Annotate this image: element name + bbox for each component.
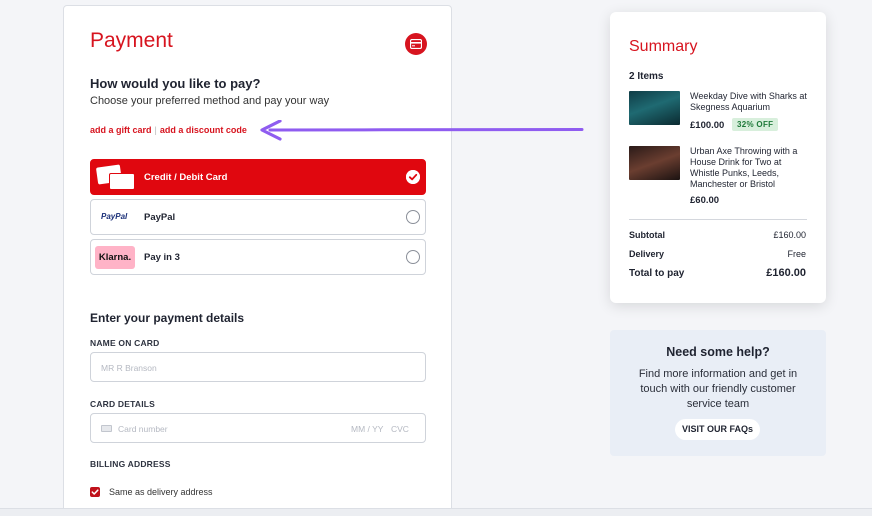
- help-title: Need some help?: [666, 345, 770, 359]
- payment-option-card[interactable]: Credit / Debit Card: [90, 159, 426, 195]
- payment-option-card-label: Credit / Debit Card: [144, 172, 228, 183]
- name-placeholder: MR R Branson: [101, 363, 157, 373]
- annotation-arrow-icon: [260, 120, 584, 141]
- item-price: £60.00: [690, 195, 720, 206]
- payment-question: How would you like to pay?: [90, 76, 261, 91]
- add-discount-code-link[interactable]: add a discount code: [160, 125, 247, 135]
- cards-icon: [95, 164, 137, 190]
- total-value: £160.00: [766, 267, 806, 279]
- same-address-label: Same as delivery address: [109, 487, 213, 497]
- help-card: Need some help? Find more information an…: [610, 330, 826, 456]
- help-text: Find more information and get in touch w…: [638, 368, 798, 410]
- card-number-icon: [101, 425, 112, 432]
- item-name[interactable]: Urban Axe Throwing with a House Drink fo…: [690, 146, 812, 190]
- subtotal-label: Subtotal: [629, 230, 665, 240]
- check-circle-icon[interactable]: [406, 170, 420, 184]
- payment-subtitle: Choose your preferred method and pay you…: [90, 95, 330, 107]
- expiry-placeholder: MM / YY: [351, 424, 384, 434]
- total-label: Total to pay: [629, 268, 685, 279]
- payment-option-klarna[interactable]: Klarna. Pay in 3: [90, 239, 426, 275]
- summary-card: Summary 2 Items Weekday Dive with Sharks…: [610, 12, 826, 303]
- item-thumbnail-shark-dive[interactable]: [629, 91, 680, 125]
- summary-title: Summary: [629, 38, 698, 55]
- details-heading: Enter your payment details: [90, 311, 245, 325]
- summary-divider: [629, 219, 807, 220]
- payment-option-klarna-label: Pay in 3: [144, 252, 180, 263]
- item-count: 2 Items: [629, 71, 664, 82]
- billing-address-label: BILLING ADDRESS: [90, 459, 171, 469]
- add-gift-card-link[interactable]: add a gift card: [90, 125, 152, 135]
- payment-links: add a gift card | add a discount code: [90, 125, 247, 135]
- payment-title: Payment: [90, 29, 173, 52]
- name-on-card-label: NAME ON CARD: [90, 338, 160, 348]
- card-number-placeholder: Card number: [118, 424, 168, 434]
- link-separator: |: [154, 125, 157, 135]
- klarna-logo: Klarna.: [95, 246, 135, 269]
- same-address-checkbox[interactable]: [90, 487, 100, 497]
- payment-panel: Payment How would you like to pay? Choos…: [63, 5, 452, 516]
- discount-badge: 32% OFF: [732, 118, 779, 131]
- credit-card-icon: [405, 33, 427, 55]
- item-name[interactable]: Weekday Dive with Sharks at Skegness Aqu…: [690, 91, 812, 113]
- radio-paypal[interactable]: [406, 210, 420, 224]
- item-price: £100.00: [690, 120, 725, 131]
- card-details-input[interactable]: Card number MM / YY CVC: [90, 413, 426, 443]
- delivery-label: Delivery: [629, 249, 665, 259]
- payment-option-paypal[interactable]: PayPal PayPal: [90, 199, 426, 235]
- card-details-label: CARD DETAILS: [90, 399, 156, 409]
- bottom-bar: [0, 508, 872, 516]
- subtotal-value: £160.00: [773, 230, 806, 240]
- name-on-card-input[interactable]: MR R Branson: [90, 352, 426, 382]
- cvc-placeholder: CVC: [391, 424, 409, 434]
- delivery-value: Free: [787, 249, 806, 259]
- item-thumbnail-axe-throwing[interactable]: [629, 146, 680, 180]
- radio-klarna[interactable]: [406, 250, 420, 264]
- paypal-logo: PayPal: [101, 212, 128, 221]
- visit-faqs-button[interactable]: VISIT OUR FAQs: [675, 419, 760, 440]
- payment-option-paypal-label: PayPal: [144, 212, 176, 223]
